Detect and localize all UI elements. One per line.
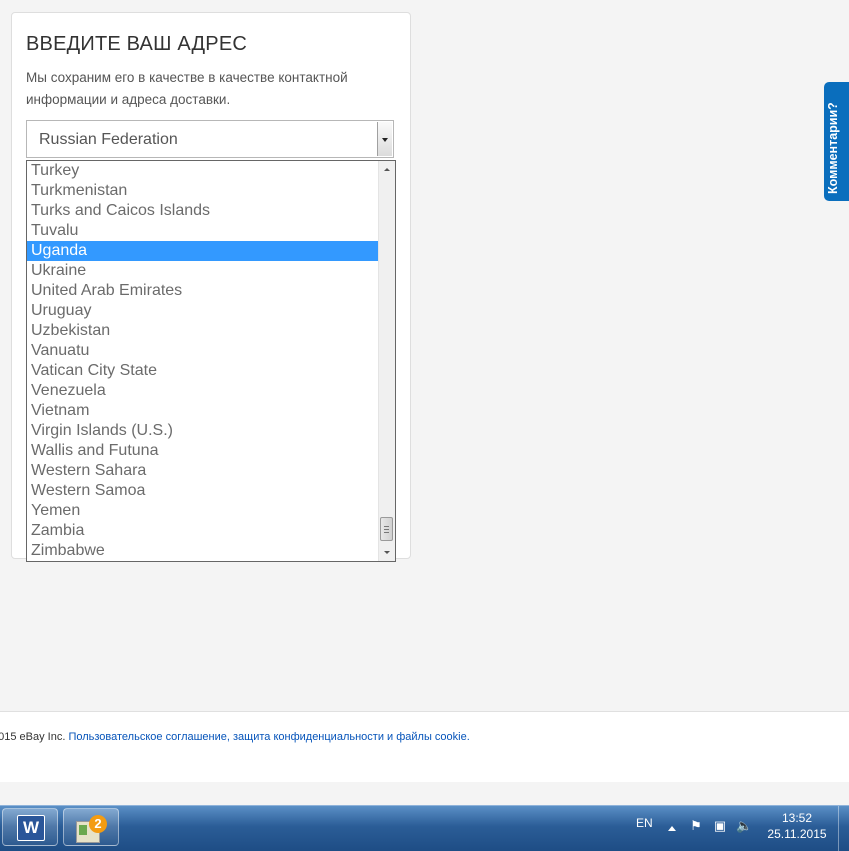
dropdown-option[interactable]: Yemen [27, 501, 379, 521]
dropdown-option[interactable]: Uruguay [27, 301, 379, 321]
maps-icon: 2 [76, 815, 108, 843]
page-footer: 2015 eBay Inc. Пользовательское соглашен… [0, 711, 849, 782]
taskbar-maps-button[interactable]: 2 [63, 808, 119, 846]
feedback-tab[interactable]: Комментарии? [824, 82, 849, 201]
footer-policy-link[interactable]: Пользовательское соглашение, защита конф… [68, 731, 469, 743]
form-title: ВВЕДИТЕ ВАШ АДРЕС [26, 33, 248, 55]
scroll-down-arrow-icon[interactable] [379, 544, 395, 561]
flag-icon[interactable]: ⚑ [688, 818, 704, 834]
show-hidden-icons-icon[interactable] [668, 826, 676, 831]
dropdown-option[interactable]: Western Sahara [27, 461, 379, 481]
country-select-value: Russian Federation [39, 131, 178, 148]
dropdown-option[interactable]: Zambia [27, 521, 379, 541]
dropdown-option[interactable]: Vanuatu [27, 341, 379, 361]
word-icon: W [17, 815, 45, 841]
dropdown-scrollbar[interactable] [378, 161, 395, 561]
volume-icon[interactable]: 🔈 [736, 818, 752, 834]
dropdown-option[interactable]: Turkmenistan [27, 181, 379, 201]
chevron-down-icon[interactable] [377, 122, 392, 156]
system-clock[interactable]: 13:52 25.11.2015 [762, 810, 832, 842]
footer-text: 2015 eBay Inc. Пользовательское соглашен… [0, 731, 470, 743]
country-select[interactable]: Russian Federation [26, 120, 394, 158]
dropdown-option[interactable]: Vietnam [27, 401, 379, 421]
country-options: Turkey Turkmenistan Turks and Caicos Islan… [27, 161, 379, 561]
dropdown-option[interactable]: Turks and Caicos Islands [27, 201, 379, 221]
feedback-label: Комментарии? [826, 102, 840, 194]
scroll-up-arrow-icon[interactable] [379, 161, 395, 178]
dropdown-option[interactable]: United Arab Emirates [27, 281, 379, 301]
dropdown-option[interactable]: Uzbekistan [27, 321, 379, 341]
windows-taskbar: W 2 EN ⚑ ▣ 🔈 13:52 25.11.2015 [0, 805, 849, 851]
clock-time: 13:52 [781, 811, 813, 825]
dropdown-option[interactable]: Venezuela [27, 381, 379, 401]
scrollbar-thumb[interactable] [380, 517, 393, 541]
footer-copyright: 2015 eBay Inc. [0, 731, 66, 743]
dropdown-option[interactable]: Ukraine [27, 261, 379, 281]
network-icon[interactable]: ▣ [712, 818, 728, 834]
taskbar-word-button[interactable]: W [2, 808, 58, 846]
show-desktop-button[interactable] [838, 806, 849, 851]
dropdown-option[interactable]: Tuvalu [27, 221, 379, 241]
clock-date: 25.11.2015 [767, 827, 827, 841]
dropdown-option[interactable]: Turkey [27, 161, 379, 181]
dropdown-option[interactable]: Western Samoa [27, 481, 379, 501]
dropdown-option[interactable]: Wallis and Futuna [27, 441, 379, 461]
language-indicator[interactable]: EN [636, 816, 653, 830]
dropdown-option[interactable]: Virgin Islands (U.S.) [27, 421, 379, 441]
country-dropdown-list[interactable]: Turkey Turkmenistan Turks and Caicos Islan… [26, 160, 396, 562]
maps-badge: 2 [89, 815, 107, 833]
dropdown-option[interactable]: Zimbabwe [27, 541, 379, 561]
dropdown-option[interactable]: Vatican City State [27, 361, 379, 381]
dropdown-option[interactable]: Uganda [27, 241, 379, 261]
form-description: Мы сохраним его в качестве в качестве ко… [26, 70, 348, 107]
